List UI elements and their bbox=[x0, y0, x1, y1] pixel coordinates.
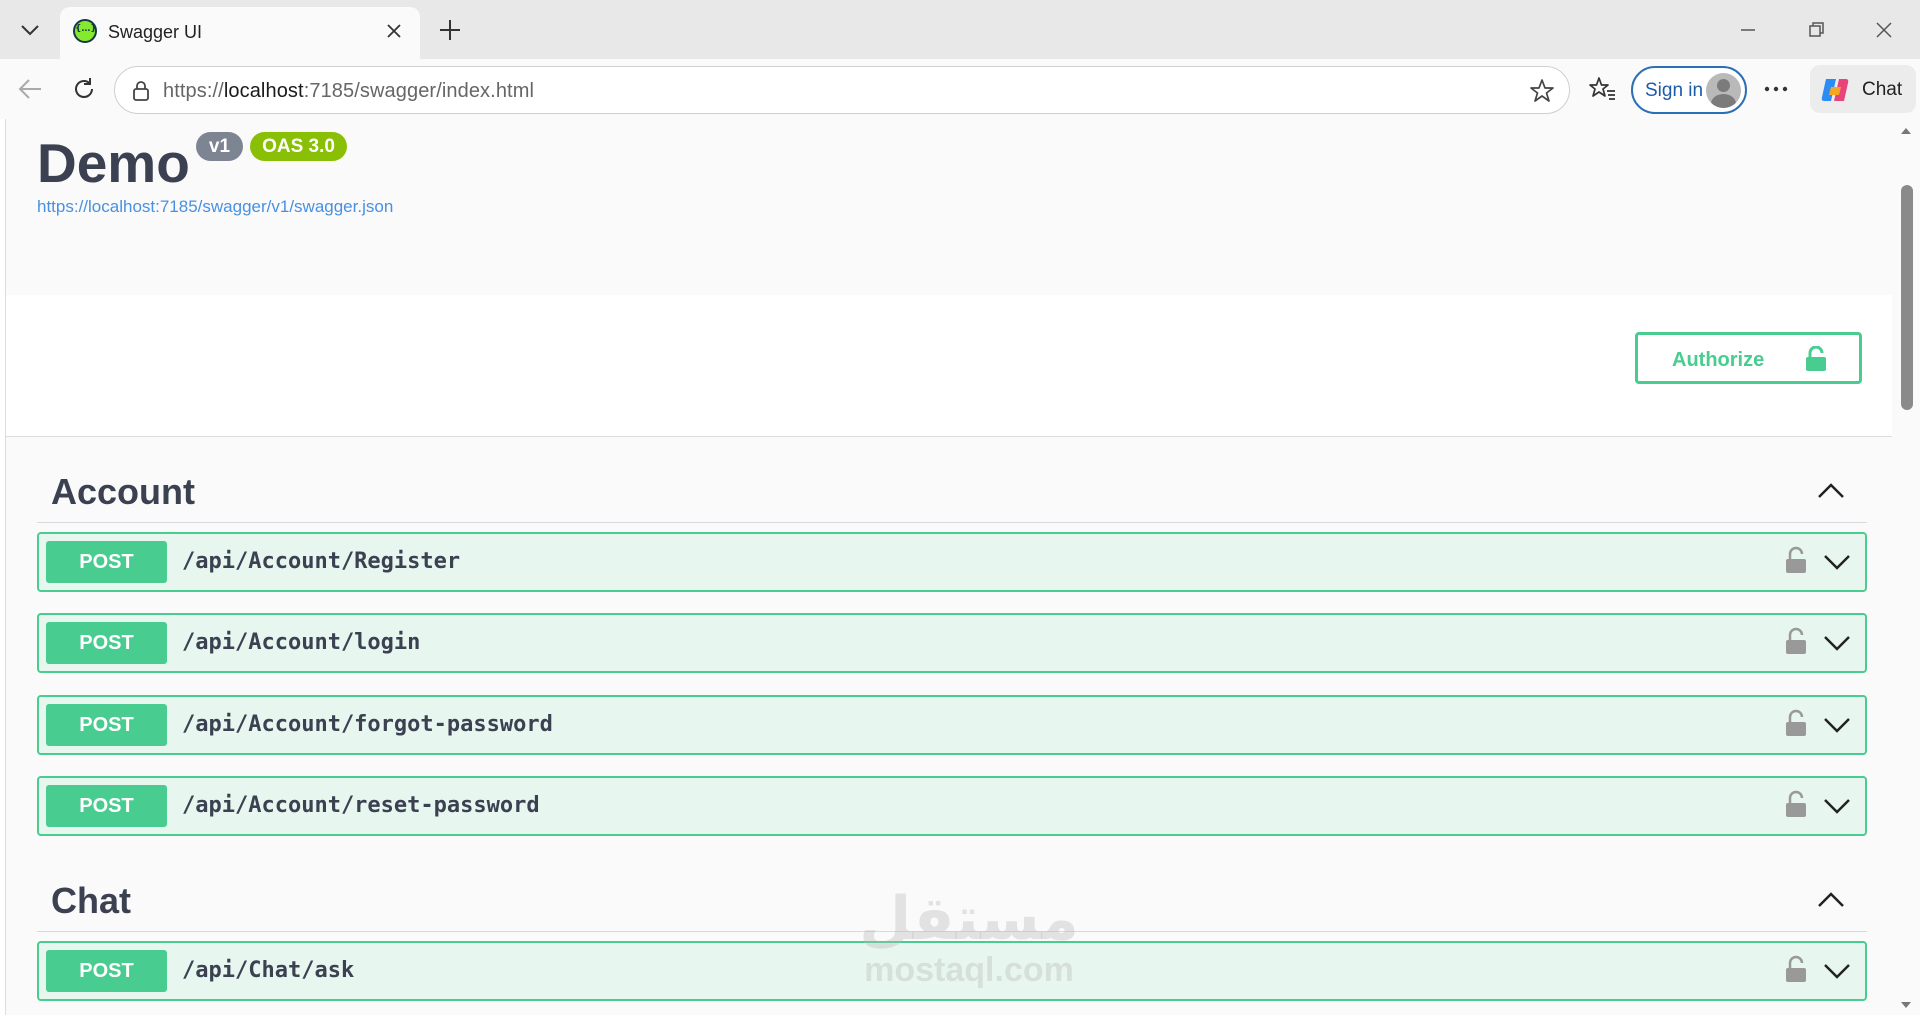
more-horizontal-icon bbox=[1764, 86, 1788, 92]
api-info-section: Demo v1 OAS 3.0 https://localhost:7185/s… bbox=[6, 119, 1892, 295]
opblock-account-forgot-password[interactable]: POST /api/Account/forgot-password bbox=[37, 695, 1867, 755]
browser-tab-bar: Swagger UI bbox=[0, 0, 1920, 59]
api-title: Demo bbox=[37, 132, 190, 194]
url-host: localhost bbox=[223, 80, 304, 102]
scroll-up-arrow-icon[interactable] bbox=[1900, 127, 1912, 135]
favorites-button[interactable] bbox=[1584, 71, 1620, 107]
sign-in-label: Sign in bbox=[1645, 80, 1704, 101]
restore-button[interactable] bbox=[1794, 12, 1838, 48]
opblock-chat-ask[interactable]: POST /api/Chat/ask bbox=[37, 941, 1867, 1001]
chevron-down-icon bbox=[1824, 555, 1850, 570]
lock-icon[interactable] bbox=[1785, 955, 1807, 988]
opblock-account-login[interactable]: POST /api/Account/login bbox=[37, 613, 1867, 673]
chevron-down-icon bbox=[1824, 799, 1850, 814]
scheme-container: Authorize bbox=[6, 295, 1892, 437]
close-icon bbox=[387, 24, 401, 38]
new-tab-button[interactable] bbox=[430, 12, 470, 48]
minimize-button[interactable] bbox=[1726, 12, 1770, 48]
scroll-down-arrow-icon[interactable] bbox=[1900, 1001, 1912, 1009]
collapse-toggle[interactable] bbox=[1811, 473, 1851, 509]
close-icon bbox=[1876, 22, 1892, 38]
method-badge: POST bbox=[46, 704, 167, 746]
url-path: :7185/swagger/index.html bbox=[303, 80, 534, 102]
operation-path: /api/Account/reset-password bbox=[182, 793, 540, 818]
lock-icon[interactable] bbox=[1785, 790, 1807, 823]
sign-in-button[interactable]: Sign in bbox=[1631, 66, 1747, 114]
refresh-icon bbox=[75, 78, 93, 98]
url-scheme: https:// bbox=[163, 80, 224, 102]
tag-name: Account bbox=[51, 471, 195, 512]
opblock-account-register[interactable]: POST /api/Account/Register bbox=[37, 532, 1867, 592]
browser-toolbar: https://localhost:7185/swagger/index.htm… bbox=[0, 59, 1920, 119]
restore-icon bbox=[1809, 22, 1824, 37]
copilot-chat-button[interactable]: Chat bbox=[1810, 65, 1916, 113]
method-badge: POST bbox=[46, 785, 167, 827]
operation-path: /api/Chat/ask bbox=[182, 958, 355, 983]
window-close-button[interactable] bbox=[1862, 12, 1906, 48]
swagger-favicon-icon bbox=[73, 19, 97, 43]
expand-toggle[interactable] bbox=[1817, 625, 1857, 661]
collapse-toggle[interactable] bbox=[1811, 882, 1851, 918]
more-menu-button[interactable] bbox=[1756, 71, 1796, 107]
spec-json-link[interactable]: https://localhost:7185/swagger/v1/swagge… bbox=[37, 197, 393, 217]
chevron-down-icon bbox=[1824, 636, 1850, 651]
minimize-icon bbox=[1741, 29, 1755, 31]
favorites-list-icon bbox=[1589, 77, 1615, 100]
address-bar[interactable]: https://localhost:7185/swagger/index.htm… bbox=[114, 66, 1570, 114]
operations-section: Account POST /api/Account/Register POST … bbox=[6, 437, 1892, 1015]
tag-header-chat[interactable]: Chat bbox=[37, 846, 1867, 932]
lock-icon[interactable] bbox=[1785, 546, 1807, 579]
star-icon[interactable] bbox=[1529, 78, 1555, 109]
operation-path: /api/Account/login bbox=[182, 630, 421, 655]
scrollbar-thumb[interactable] bbox=[1901, 185, 1913, 410]
method-badge: POST bbox=[46, 950, 167, 992]
authorize-button[interactable]: Authorize bbox=[1635, 332, 1862, 384]
active-tab[interactable]: Swagger UI bbox=[60, 7, 420, 59]
operation-path: /api/Account/Register bbox=[182, 549, 461, 574]
avatar-icon bbox=[1706, 73, 1741, 108]
chevron-down-icon bbox=[1824, 718, 1850, 733]
method-badge: POST bbox=[46, 541, 167, 583]
refresh-button[interactable] bbox=[64, 69, 104, 109]
expand-toggle[interactable] bbox=[1817, 707, 1857, 743]
tab-close-button[interactable] bbox=[380, 17, 408, 45]
tag-header-account[interactable]: Account bbox=[37, 437, 1867, 523]
vertical-scrollbar[interactable] bbox=[1892, 119, 1920, 1015]
version-badge: v1 bbox=[196, 132, 243, 161]
lock-icon[interactable] bbox=[1785, 709, 1807, 742]
oas-version-badge: OAS 3.0 bbox=[250, 132, 347, 161]
arrow-left-icon bbox=[18, 79, 41, 99]
chevron-down-icon bbox=[1824, 964, 1850, 979]
url-text: https://localhost:7185/swagger/index.htm… bbox=[163, 80, 534, 103]
expand-toggle[interactable] bbox=[1817, 544, 1857, 580]
plus-icon bbox=[440, 20, 460, 40]
site-info-lock-icon[interactable] bbox=[131, 80, 151, 107]
page-viewport: Demo v1 OAS 3.0 https://localhost:7185/s… bbox=[5, 119, 1920, 1015]
tab-title: Swagger UI bbox=[108, 22, 203, 42]
operation-path: /api/Account/forgot-password bbox=[182, 712, 553, 737]
unlocked-icon bbox=[1805, 345, 1827, 377]
back-button[interactable] bbox=[10, 69, 50, 109]
tab-list-button[interactable] bbox=[8, 10, 52, 50]
authorize-label: Authorize bbox=[1672, 349, 1765, 371]
chevron-down-icon bbox=[21, 25, 39, 36]
method-badge: POST bbox=[46, 622, 167, 664]
expand-toggle[interactable] bbox=[1817, 788, 1857, 824]
tag-name: Chat bbox=[51, 880, 131, 921]
opblock-account-reset-password[interactable]: POST /api/Account/reset-password bbox=[37, 776, 1867, 836]
lock-icon[interactable] bbox=[1785, 627, 1807, 660]
chevron-up-icon bbox=[1818, 483, 1844, 498]
chevron-up-icon bbox=[1818, 892, 1844, 907]
expand-toggle[interactable] bbox=[1817, 953, 1857, 989]
copilot-icon bbox=[1821, 79, 1849, 101]
chat-label: Chat bbox=[1862, 79, 1903, 100]
